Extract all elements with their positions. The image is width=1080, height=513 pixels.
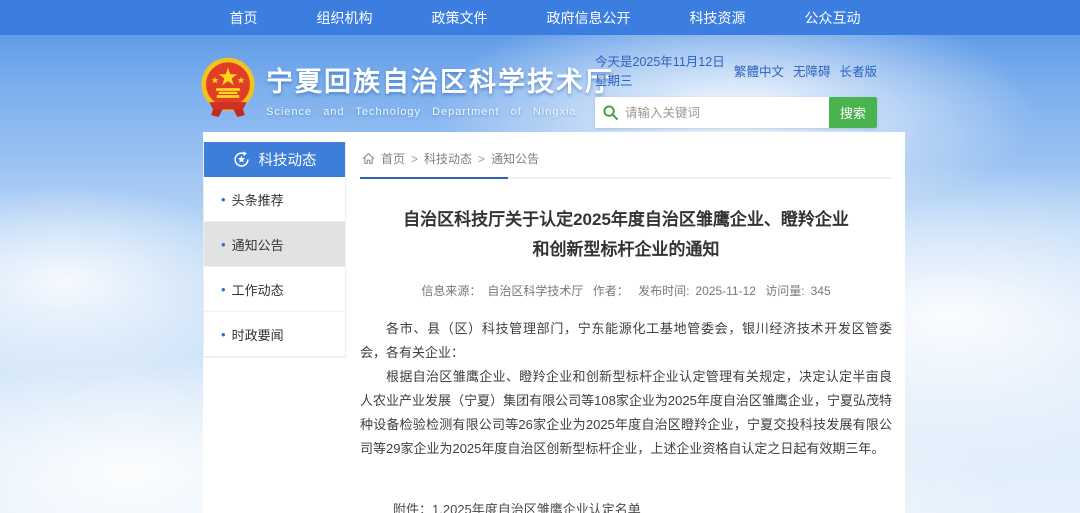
sidebar-title: 科技动态 <box>259 149 317 170</box>
header-utilities: 今天是2025年11月12日 星期三 繁體中文 无障碍 长者版 搜索 <box>595 51 877 128</box>
current-date: 今天是2025年11月12日 星期三 <box>595 51 734 89</box>
site-subtitle: Science and Technology Department of Nin… <box>266 106 614 118</box>
nav-item-interaction[interactable]: 公众互动 <box>805 8 861 28</box>
attachments-list: 1.2025年度自治区雏鹰企业认定名单 2.2025年度自治区瞪羚企业认定名单 … <box>432 497 680 513</box>
breadcrumb-home[interactable]: 首页 <box>381 150 405 167</box>
sidebar-item-notices[interactable]: • 通知公告 <box>204 222 345 267</box>
meta-author-label: 作者： <box>593 284 629 298</box>
search-input[interactable] <box>625 106 821 120</box>
article-paragraph: 根据自治区雏鹰企业、瞪羚企业和创新型标杆企业认定管理有关规定，决定认定半亩良人农… <box>360 365 892 461</box>
tech-news-icon <box>233 151 250 168</box>
article-paragraph: 各市、县（区）科技管理部门，宁东能源化工基地管委会，银川经济技术开发区管委会，各… <box>360 317 892 365</box>
meta-views-label: 访问量: <box>765 284 804 298</box>
breadcrumb: 首页 > 科技动态 > 通知公告 <box>360 142 892 179</box>
attachments-block: 附件： 1.2025年度自治区雏鹰企业认定名单 2.2025年度自治区瞪羚企业认… <box>393 497 892 513</box>
top-nav-items: 首页 组织机构 政策文件 政府信息公开 科技资源 公众互动 <box>200 8 890 28</box>
utility-links: 繁體中文 无障碍 长者版 <box>734 61 877 80</box>
breadcrumb-separator: > <box>478 152 485 166</box>
top-nav: 首页 组织机构 政策文件 政府信息公开 科技资源 公众互动 <box>0 0 1080 35</box>
search-icon <box>603 105 618 120</box>
breadcrumb-separator: > <box>411 152 418 166</box>
meta-source-value: 自治区科学技术厅 <box>487 284 583 298</box>
link-elder-version[interactable]: 长者版 <box>839 61 877 80</box>
sidebar: 科技动态 • 头条推荐 • 通知公告 • 工作动态 • 时政要闻 <box>203 142 346 358</box>
meta-publish-label: 发布时间: <box>638 284 689 298</box>
home-icon <box>362 152 375 165</box>
site-title-block: 宁夏回族自治区科学技术厅 Science and Technology Depa… <box>266 60 614 118</box>
utility-row: 今天是2025年11月12日 星期三 繁體中文 无障碍 长者版 <box>595 51 877 89</box>
article-title-line1: 自治区科技厅关于认定2025年度自治区雏鹰企业、瞪羚企业 <box>403 210 849 229</box>
content-wrapper: 科技动态 • 头条推荐 • 通知公告 • 工作动态 • 时政要闻 首页 > 科技… <box>203 132 905 513</box>
sidebar-item-label: 时政要闻 <box>232 325 284 344</box>
nav-item-home[interactable]: 首页 <box>230 8 258 28</box>
link-traditional-chinese[interactable]: 繁體中文 <box>734 61 784 80</box>
sidebar-header: 科技动态 <box>204 142 345 177</box>
nav-item-policy[interactable]: 政策文件 <box>432 8 488 28</box>
breadcrumb-tech-news[interactable]: 科技动态 <box>424 150 472 167</box>
article-body: 各市、县（区）科技管理部门，宁东能源化工基地管委会，银川经济技术开发区管委会，各… <box>360 317 892 461</box>
meta-views-value: 345 <box>811 284 831 298</box>
main-content: 首页 > 科技动态 > 通知公告 自治区科技厅关于认定2025年度自治区雏鹰企业… <box>360 142 892 513</box>
sidebar-item-headlines[interactable]: • 头条推荐 <box>204 177 345 222</box>
search-bar: 搜索 <box>595 97 877 128</box>
search-box <box>595 97 829 128</box>
sidebar-item-work-news[interactable]: • 工作动态 <box>204 267 345 312</box>
site-title: 宁夏回族自治区科学技术厅 <box>266 60 614 99</box>
site-brand: 宁夏回族自治区科学技术厅 Science and Technology Depa… <box>200 57 614 121</box>
attachment-link-1[interactable]: 1.2025年度自治区雏鹰企业认定名单 <box>432 497 680 513</box>
meta-publish-date: 2025-11-12 <box>695 284 756 298</box>
sidebar-item-label: 通知公告 <box>232 235 284 254</box>
breadcrumb-notices[interactable]: 通知公告 <box>491 150 539 167</box>
link-accessibility[interactable]: 无障碍 <box>793 61 831 80</box>
article-title-line2: 和创新型标杆企业的通知 <box>533 240 720 259</box>
bullet-icon: • <box>221 327 226 342</box>
nav-item-organization[interactable]: 组织机构 <box>317 8 373 28</box>
sidebar-item-label: 工作动态 <box>232 280 284 299</box>
article-title: 自治区科技厅关于认定2025年度自治区雏鹰企业、瞪羚企业 和创新型标杆企业的通知 <box>360 205 892 265</box>
sidebar-item-politics-news[interactable]: • 时政要闻 <box>204 312 345 357</box>
meta-source-label: 信息来源： <box>421 284 481 298</box>
bullet-icon: • <box>221 192 226 207</box>
attachments-label: 附件： <box>393 497 432 513</box>
search-button[interactable]: 搜索 <box>829 97 877 128</box>
bullet-icon: • <box>221 282 226 297</box>
sidebar-item-label: 头条推荐 <box>232 190 284 209</box>
bullet-icon: • <box>221 237 226 252</box>
national-emblem-logo <box>200 57 256 121</box>
nav-item-resources[interactable]: 科技资源 <box>690 8 746 28</box>
nav-item-gov-info[interactable]: 政府信息公开 <box>547 8 631 28</box>
article-meta: 信息来源： 自治区科学技术厅 作者： 发布时间: 2025-11-12 访问量: 34… <box>360 282 892 299</box>
